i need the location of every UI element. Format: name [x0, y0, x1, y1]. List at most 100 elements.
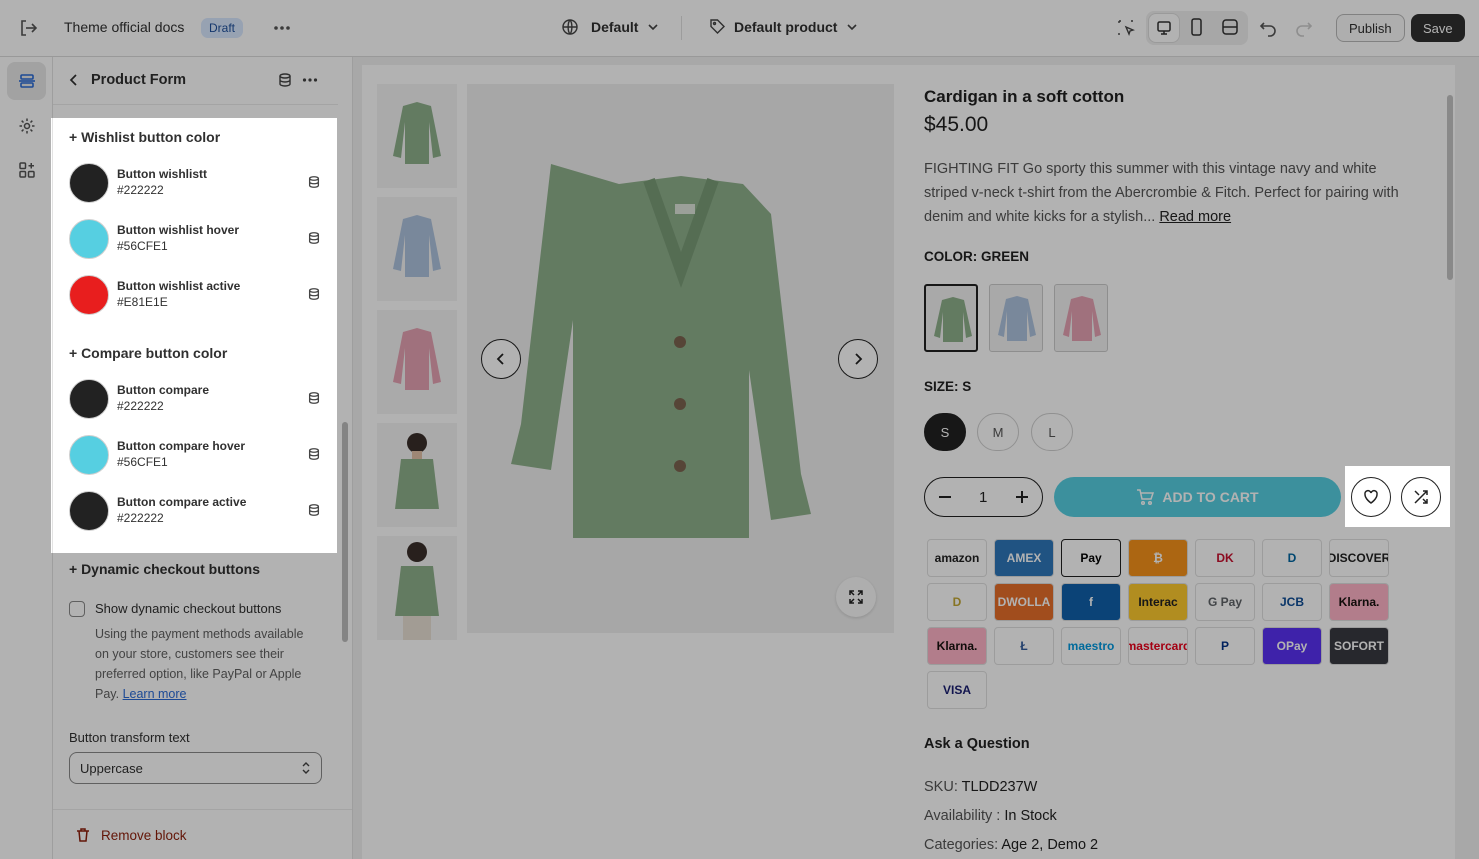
next-image-button[interactable] — [838, 339, 878, 379]
add-to-cart-button[interactable]: ADD TO CART — [1054, 477, 1341, 517]
desktop-icon — [1155, 19, 1173, 37]
transform-select-value: Uppercase — [80, 760, 143, 776]
wishlist-color-row: Button wishlist active #E81E1E — [69, 273, 321, 317]
chevron-down-icon — [845, 20, 859, 34]
color-swatch[interactable] — [69, 275, 109, 315]
thumbnail-model-front[interactable] — [377, 423, 457, 527]
plus-icon[interactable] — [1014, 489, 1030, 505]
color-swatch[interactable] — [69, 163, 109, 203]
settings-panel: Product Form + Wishlist button color But… — [53, 57, 353, 859]
color-swatch[interactable] — [69, 219, 109, 259]
thumbnail-green[interactable] — [377, 84, 457, 188]
dynamic-section-title: + Dynamic checkout buttons — [69, 561, 260, 577]
more-options-icon[interactable] — [301, 71, 319, 89]
expand-icon — [848, 589, 864, 605]
color-setting-name: Button compare — [117, 383, 210, 397]
color-swatch-green[interactable] — [924, 284, 978, 352]
globe-icon — [561, 18, 579, 36]
availability-value: In Stock — [1004, 808, 1057, 824]
payment-method-badge: Klarna. — [1329, 583, 1389, 621]
main-product-image[interactable] — [467, 84, 894, 633]
color-swatch[interactable] — [69, 491, 109, 531]
learn-more-link[interactable]: Learn more — [123, 687, 187, 701]
color-setting-value: #222222 — [117, 399, 164, 413]
availability-label: Availability : — [924, 808, 1001, 824]
minus-icon[interactable] — [937, 489, 953, 505]
template-selector[interactable]: Default product — [709, 18, 859, 35]
fullwidth-view-button[interactable] — [1219, 16, 1241, 38]
panel-scrollbar[interactable] — [342, 422, 348, 642]
color-swatch[interactable] — [69, 379, 109, 419]
payment-method-badge: P — [1195, 627, 1255, 665]
size-option-l[interactable]: L — [1031, 413, 1073, 451]
more-options-icon[interactable] — [272, 18, 292, 38]
payment-method-badge: mastercard — [1128, 627, 1188, 665]
mobile-view-button[interactable] — [1185, 16, 1207, 38]
wishlist-color-row: Button wishlistt #222222 — [69, 161, 321, 205]
transform-select[interactable]: Uppercase — [69, 752, 322, 784]
database-icon[interactable] — [307, 175, 321, 189]
database-icon[interactable] — [307, 503, 321, 517]
compare-button[interactable] — [1401, 477, 1441, 517]
ask-question-link[interactable]: Ask a Question — [924, 736, 1030, 752]
divider — [681, 16, 682, 40]
back-arrow-icon[interactable] — [66, 72, 82, 88]
remove-block-button[interactable]: Remove block — [101, 828, 187, 843]
transform-label: Button transform text — [69, 730, 190, 745]
color-swatch[interactable] — [69, 435, 109, 475]
desktop-view-button[interactable] — [1149, 14, 1179, 42]
save-button[interactable]: Save — [1411, 14, 1465, 42]
chevron-down-icon — [646, 20, 660, 34]
sku-value: TLDD237W — [961, 779, 1038, 795]
left-rail — [0, 57, 53, 859]
dynamic-checkout-checkbox[interactable] — [69, 601, 85, 617]
sections-nav-button[interactable] — [7, 62, 46, 100]
database-icon[interactable] — [307, 287, 321, 301]
size-option-m[interactable]: M — [977, 413, 1019, 451]
thumbnail-blue[interactable] — [377, 197, 457, 301]
database-icon[interactable] — [277, 72, 293, 88]
database-icon[interactable] — [307, 231, 321, 245]
color-setting-name: Button compare active — [117, 495, 247, 509]
mobile-icon — [1185, 16, 1207, 38]
thumbnail-model-back[interactable] — [377, 536, 457, 640]
database-icon[interactable] — [307, 391, 321, 405]
inspector-icon[interactable] — [1116, 18, 1136, 38]
size-option-s[interactable]: S — [924, 413, 966, 451]
publish-button[interactable]: Publish — [1336, 14, 1405, 42]
theme-settings-nav-button[interactable] — [7, 107, 46, 145]
color-setting-name: Button wishlistt — [117, 167, 207, 181]
size-label: SIZE: S — [924, 379, 972, 394]
theme-selector[interactable]: Default — [561, 18, 660, 36]
compare-color-row: Button compare active #222222 — [69, 489, 321, 533]
dynamic-checkbox-label: Show dynamic checkout buttons — [95, 601, 282, 616]
undo-icon[interactable] — [1258, 17, 1278, 37]
product-price: $45.00 — [924, 113, 989, 136]
color-setting-value: #56CFE1 — [117, 455, 168, 469]
redo-icon[interactable] — [1294, 17, 1314, 37]
payment-method-badge: D — [927, 583, 987, 621]
compare-color-row: Button compare hover #56CFE1 — [69, 433, 321, 477]
database-icon[interactable] — [307, 447, 321, 461]
panel-title: Product Form — [91, 72, 187, 88]
payment-method-badge: VISA — [927, 671, 987, 709]
add-to-cart-label: ADD TO CART — [1162, 489, 1259, 505]
color-setting-name: Button wishlist hover — [117, 223, 240, 237]
payment-method-badge: ₿ — [1128, 539, 1188, 577]
color-swatch-pink[interactable] — [1054, 284, 1108, 352]
read-more-link[interactable]: Read more — [1159, 209, 1231, 225]
sku-line: SKU: TLDD237W — [924, 779, 1037, 795]
quantity-value[interactable]: 1 — [979, 489, 987, 506]
exit-icon[interactable] — [17, 17, 39, 39]
apps-nav-button[interactable] — [7, 151, 46, 189]
wishlist-section-title: + Wishlist button color — [69, 129, 221, 145]
compare-section-title: + Compare button color — [69, 345, 228, 361]
theme-selector-label: Default — [591, 19, 639, 35]
color-swatch-blue[interactable] — [989, 284, 1043, 352]
thumbnail-pink[interactable] — [377, 310, 457, 414]
zoom-image-button[interactable] — [836, 577, 876, 617]
prev-image-button[interactable] — [481, 339, 521, 379]
wishlist-button[interactable] — [1351, 477, 1391, 517]
color-setting-value: #56CFE1 — [117, 239, 168, 253]
preview-scrollbar[interactable] — [1447, 95, 1453, 280]
